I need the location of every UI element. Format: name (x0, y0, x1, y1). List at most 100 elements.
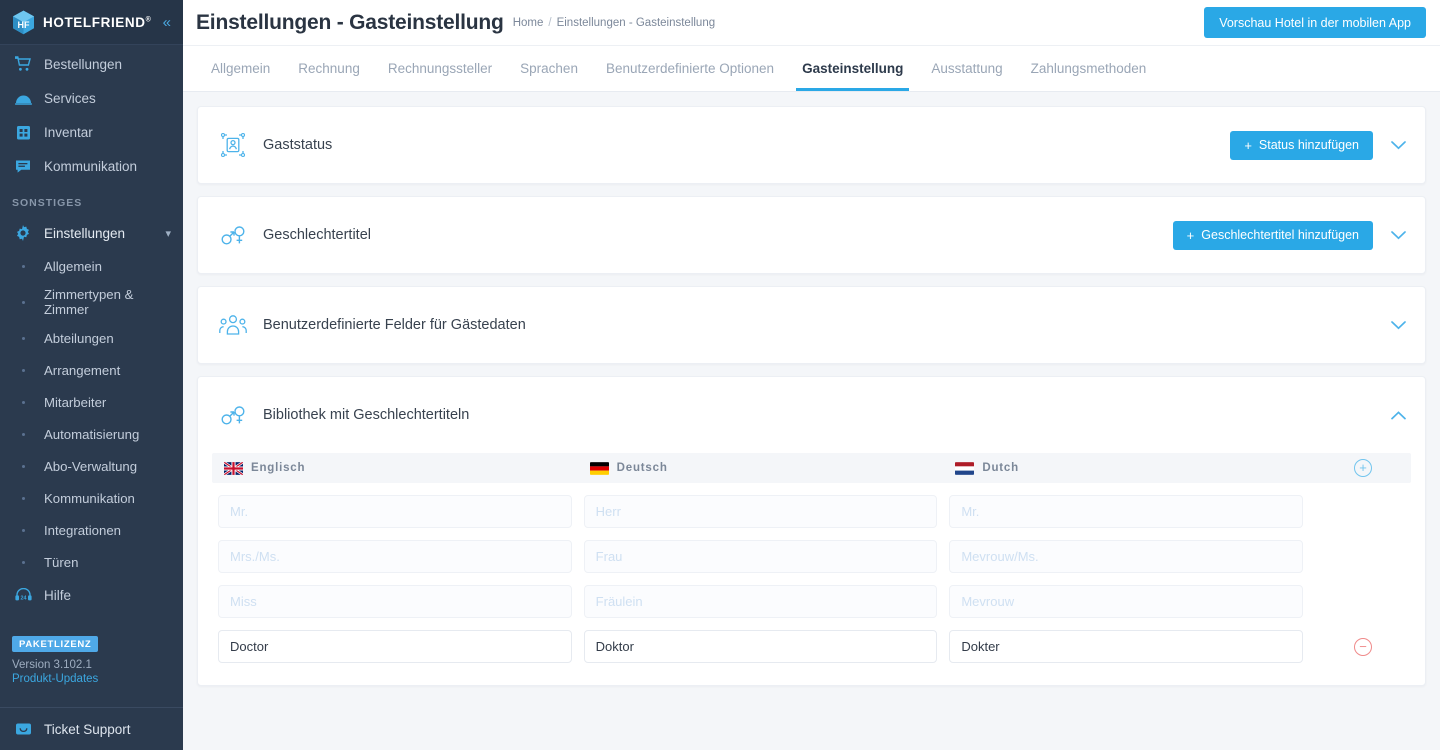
title-input-deutsch[interactable] (583, 630, 938, 663)
title-input-dutch[interactable] (949, 540, 1304, 573)
chevron-down-icon[interactable] (1385, 132, 1411, 158)
library-cell-deutsch (583, 630, 950, 663)
tab-zahlungsmethoden[interactable]: Zahlungsmethoden (1017, 46, 1161, 91)
tab-rechnungssteller[interactable]: Rechnungssteller (374, 46, 506, 91)
title-input-englisch[interactable] (218, 630, 572, 663)
title-input-deutsch[interactable] (583, 540, 938, 573)
sidebar: HF HOTELFRIEND® « Bestellungen Services … (0, 0, 183, 750)
card-gaststatus: Gaststatus + Status hinzufügen (197, 106, 1426, 184)
title-input-englisch[interactable] (218, 495, 572, 528)
card-header[interactable]: Benutzerdefinierte Felder für Gästedaten (198, 287, 1425, 363)
sidebar-subitem-label: Türen (44, 554, 79, 570)
sidebar-item-kommunikation[interactable]: Kommunikation (0, 149, 183, 183)
card-title: Benutzerdefinierte Felder für Gästedaten (263, 317, 526, 333)
sidebar-collapse-icon[interactable]: « (161, 13, 173, 32)
sidebar-subitem-label: Integrationen (44, 522, 121, 538)
card-header[interactable]: Bibliothek mit Geschlechtertiteln (198, 377, 1425, 453)
card-title: Bibliothek mit Geschlechtertiteln (263, 407, 470, 423)
ticket-support-button[interactable]: Ticket Support (0, 707, 183, 750)
sidebar-item-zimmertypen-zimmer[interactable]: Zimmertypen & Zimmer (0, 282, 183, 322)
tab-gasteinstellung[interactable]: Gasteinstellung (788, 46, 917, 91)
tab-benutzerdefinierte-optionen[interactable]: Benutzerdefinierte Optionen (592, 46, 788, 91)
sidebar-item-abteilungen[interactable]: Abteilungen (0, 322, 183, 354)
chevron-up-icon[interactable] (1385, 402, 1411, 428)
card-actions (1385, 312, 1411, 338)
library-cell-englisch (218, 585, 584, 618)
title-input-dutch[interactable] (949, 495, 1304, 528)
bullet-icon (12, 528, 34, 532)
chevron-down-icon[interactable] (1385, 222, 1411, 248)
sidebar-item-label: Inventar (44, 124, 93, 140)
bullet-icon (12, 336, 34, 340)
title-input-deutsch[interactable] (583, 495, 938, 528)
registered-mark: ® (145, 16, 152, 23)
chevron-down-icon[interactable] (1385, 312, 1411, 338)
sidebar-item-tueren[interactable]: Türen (0, 546, 183, 578)
gear-icon (12, 225, 34, 241)
bullet-icon (12, 264, 34, 268)
sidebar-item-einstellungen[interactable]: Einstellungen ▾ (0, 216, 183, 250)
sidebar-item-label: Services (44, 90, 96, 106)
sidebar-item-mitarbeiter[interactable]: Mitarbeiter (0, 386, 183, 418)
card-bibliothek-geschlechtertiteln: Bibliothek mit Geschlechtertiteln Englis… (197, 376, 1426, 686)
card-actions (1385, 402, 1411, 428)
content-scroll-area[interactable]: Gaststatus + Status hinzufügen Geschlech… (183, 92, 1440, 750)
tab-allgemein[interactable]: Allgemein (197, 46, 284, 91)
title-input-englisch[interactable] (218, 585, 572, 618)
sidebar-item-bestellungen[interactable]: Bestellungen (0, 47, 183, 81)
sidebar-item-services[interactable]: Services (0, 81, 183, 115)
sidebar-item-integrationen[interactable]: Integrationen (0, 514, 183, 546)
sidebar-item-arrangement[interactable]: Arrangement (0, 354, 183, 386)
add-gender-title-button[interactable]: + Geschlechtertitel hinzufügen (1172, 220, 1373, 250)
headset-24-icon: 24 (12, 588, 34, 602)
page-title: Einstellungen - Gasteinstellung (196, 10, 504, 34)
title-input-deutsch[interactable] (583, 585, 938, 618)
sidebar-item-allgemein[interactable]: Allgemein (0, 250, 183, 282)
tab-rechnung[interactable]: Rechnung (284, 46, 374, 91)
sidebar-subitem-label: Zimmertypen & Zimmer (44, 287, 134, 317)
plus-circle-icon[interactable]: + (1354, 459, 1373, 477)
table-row (212, 495, 1411, 528)
sidebar-item-abo-verwaltung[interactable]: Abo-Verwaltung (0, 450, 183, 482)
sidebar-subitem-label: Mitarbeiter (44, 394, 107, 410)
sidebar-subitem-label: Kommunikation (44, 490, 135, 506)
tab-sprachen[interactable]: Sprachen (506, 46, 592, 91)
topbar: Einstellungen - Gasteinstellung Home / E… (183, 0, 1440, 46)
library-cell-deutsch (583, 585, 950, 618)
building-icon (12, 124, 34, 140)
gender-icon (218, 222, 248, 248)
plus-icon: + (1244, 137, 1252, 153)
card-actions: + Geschlechtertitel hinzufügen (1172, 220, 1411, 250)
card-header[interactable]: Geschlechtertitel + Geschlechtertitel hi… (198, 197, 1425, 273)
sidebar-item-automatisierung[interactable]: Automatisierung (0, 418, 183, 450)
product-updates-link[interactable]: Produkt-Updates (12, 673, 171, 685)
sidebar-subitem-label: Allgemein (44, 258, 102, 274)
brand-header: HF HOTELFRIEND® « (0, 0, 183, 45)
row-action: − (1315, 637, 1411, 656)
card-benutzerdefinierte-felder: Benutzerdefinierte Felder für Gästedaten (197, 286, 1426, 364)
title-input-dutch[interactable] (949, 630, 1304, 663)
hotelfriend-logo-icon: HF (12, 10, 35, 35)
plus-icon: + (1186, 227, 1195, 243)
minus-circle-icon[interactable]: − (1354, 637, 1373, 656)
flag-uk-icon (224, 461, 243, 475)
title-input-dutch[interactable] (949, 585, 1304, 618)
license-block: PAKETLIZENZ Version 3.102.1 Produkt-Upda… (0, 612, 183, 685)
flag-de-icon (589, 461, 609, 475)
breadcrumb: Home / Einstellungen - Gasteinstellung (513, 17, 715, 29)
bullet-icon (12, 368, 34, 372)
version-text: Version 3.102.1 (12, 659, 92, 671)
preview-hotel-mobile-app-button[interactable]: Vorschau Hotel in der mobilen App (1204, 7, 1426, 38)
library-column-label: Dutch (982, 462, 1019, 474)
sidebar-item-kommunikation-sub[interactable]: Kommunikation (0, 482, 183, 514)
sidebar-nav-top: Bestellungen Services Inventar Kommunika… (0, 45, 183, 183)
tab-ausstattung[interactable]: Ausstattung (917, 46, 1016, 91)
sidebar-item-inventar[interactable]: Inventar (0, 115, 183, 149)
library-header-row: Englisch Deutsch Dutch + (212, 453, 1411, 483)
card-header[interactable]: Gaststatus + Status hinzufügen (198, 107, 1425, 183)
breadcrumb-home[interactable]: Home (513, 17, 544, 29)
sidebar-item-label: Hilfe (44, 587, 72, 603)
sidebar-item-hilfe[interactable]: 24 Hilfe (0, 578, 183, 612)
add-status-button[interactable]: + Status hinzufügen (1230, 130, 1373, 160)
title-input-englisch[interactable] (218, 540, 572, 573)
